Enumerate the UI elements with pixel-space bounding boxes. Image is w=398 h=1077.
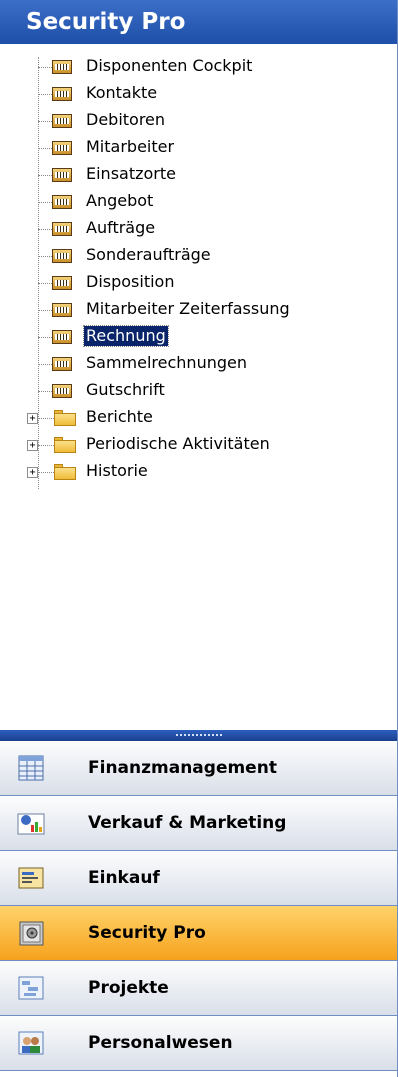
tree-item-label: Angebot [86,191,154,210]
expand-plus-icon[interactable]: + [27,413,38,424]
tree-item-einsatzorte[interactable]: Einsatzorte [0,162,397,188]
tree-item-sammelrechnungen[interactable]: Sammelrechnungen [0,351,397,377]
tree-item-mitarbeiter[interactable]: Mitarbeiter [0,135,397,161]
nav-button-label: Projekte [88,978,169,998]
pane-splitter-handle[interactable] [0,730,397,741]
tree-folder-berichte[interactable]: + Berichte [0,405,397,431]
tree-item-mitarbeiter-zeiterfassung[interactable]: Mitarbeiter Zeiterfassung [0,297,397,323]
tree-item-disponenten-cockpit[interactable]: Disponenten Cockpit [0,54,397,80]
pane-title: Security Pro [0,0,397,44]
project-icon [18,976,44,1000]
tree-folder-label: Periodische Aktivitäten [86,434,270,453]
form-icon [52,330,72,344]
tree-item-label: Aufträge [86,218,156,237]
form-icon [52,384,72,398]
people-icon [18,1031,44,1055]
nav-button-verkauf-marketing[interactable]: Verkauf & Marketing [0,796,397,851]
nav-button-label: Finanzmanagement [88,758,277,778]
form-icon [52,87,72,101]
tree-item-auftraege[interactable]: Aufträge [0,216,397,242]
nav-button-finanzmanagement[interactable]: Finanzmanagement [0,741,397,796]
form-icon [52,276,72,290]
ledger-icon [18,755,44,781]
nav-button-label: Security Pro [88,923,206,943]
tree-item-label: Debitoren [86,110,166,129]
purchase-icon [18,867,44,889]
menu-tree: Disponenten Cockpit Kontakte Debitoren M… [0,44,397,730]
safe-icon [19,921,44,946]
tree-item-label: Disposition [86,272,175,291]
expand-plus-icon[interactable]: + [27,467,38,478]
folder-icon [54,464,76,480]
nav-button-einkauf[interactable]: Einkauf [0,851,397,906]
sales-chart-icon [17,813,45,835]
tree-item-label: Sonderaufträge [86,245,211,264]
folder-icon [54,410,76,426]
form-icon [52,249,72,263]
form-icon [52,114,72,128]
nav-button-label: Personalwesen [88,1033,233,1053]
nav-button-personalwesen[interactable]: Personalwesen [0,1016,397,1071]
tree-item-gutschrift[interactable]: Gutschrift [0,378,397,404]
form-icon [52,195,72,209]
tree-item-label-selected: Rechnung [83,325,169,347]
tree-item-label: Mitarbeiter Zeiterfassung [86,299,290,318]
tree-item-label: Gutschrift [86,380,165,399]
tree-folder-label: Historie [86,461,148,480]
tree-item-angebot[interactable]: Angebot [0,189,397,215]
form-icon [52,141,72,155]
nav-button-label: Einkauf [88,868,160,888]
nav-button-projekte[interactable]: Projekte [0,961,397,1016]
tree-item-kontakte[interactable]: Kontakte [0,81,397,107]
tree-item-label: Disponenten Cockpit [86,56,253,75]
tree-item-disposition[interactable]: Disposition [0,270,397,296]
tree-item-debitoren[interactable]: Debitoren [0,108,397,134]
folder-icon [54,437,76,453]
form-icon [52,168,72,182]
tree-item-rechnung[interactable]: Rechnung [0,324,397,350]
tree-item-label: Kontakte [86,83,158,102]
tree-item-label: Einsatzorte [86,164,176,183]
expand-plus-icon[interactable]: + [27,440,38,451]
form-icon [52,222,72,236]
form-icon [52,303,72,317]
tree-item-label: Sammelrechnungen [86,353,247,372]
nav-button-label: Verkauf & Marketing [88,813,287,833]
form-icon [52,357,72,371]
navigation-pane: Security Pro Disponenten Cockpit Kontakt… [0,0,398,1077]
nav-button-security-pro[interactable]: Security Pro [0,906,397,961]
form-icon [52,60,72,74]
tree-folder-periodische-aktivitaeten[interactable]: + Periodische Aktivitäten [0,432,397,458]
tree-item-label: Mitarbeiter [86,137,175,156]
tree-item-sonderauftraege[interactable]: Sonderaufträge [0,243,397,269]
tree-folder-historie[interactable]: + Historie [0,459,397,485]
tree-folder-label: Berichte [86,407,153,426]
grip-dots-icon [176,734,222,736]
